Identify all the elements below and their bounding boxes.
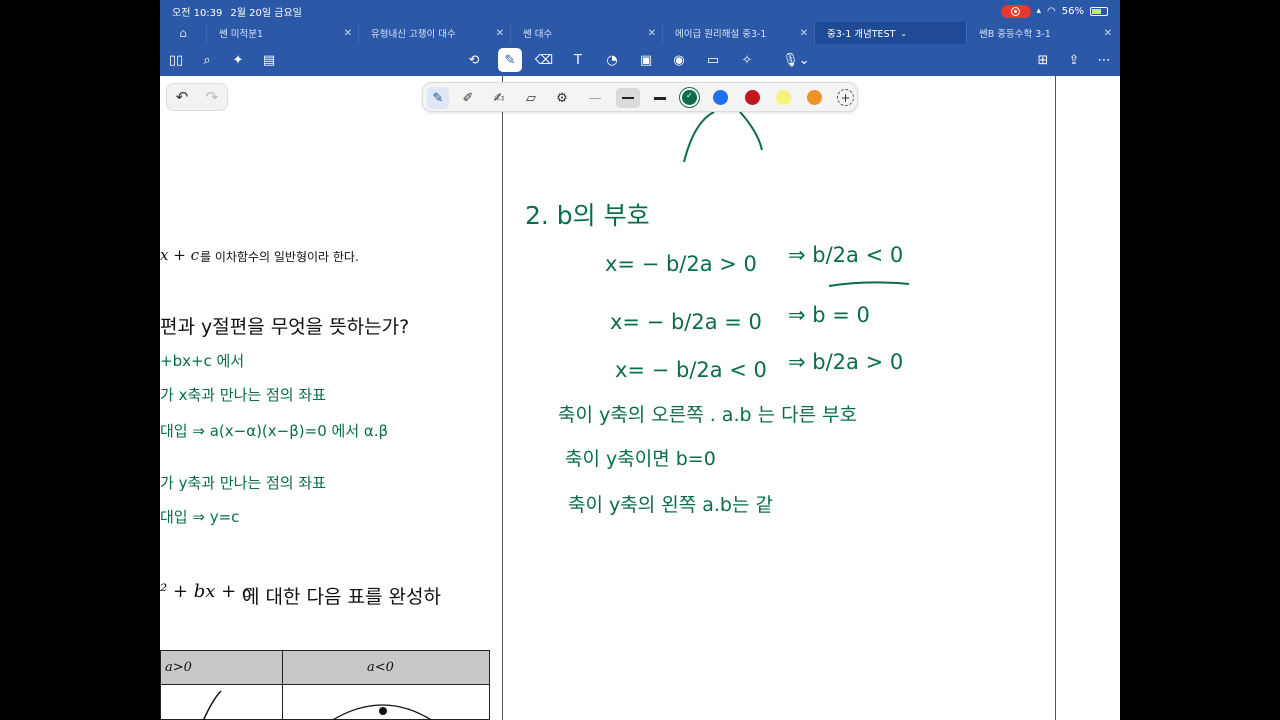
handwriting-heading: 2. b의 부호 <box>525 201 650 230</box>
undo-redo-controls: ↶ ↷ <box>166 83 228 111</box>
formula-fragment: x + c <box>160 246 199 264</box>
left-page: x + c 를 이차함수의 일반형이라 한다. 편과 y절편을 무엇을 뜻하는가… <box>160 76 502 720</box>
lasso-icon[interactable]: ⟲ <box>463 50 485 70</box>
screen-record-icon[interactable] <box>1000 4 1031 18</box>
status-battery-percent: 56% <box>1061 5 1084 17</box>
sign-rule-lhs: x= − b/2a = 0 <box>610 310 762 334</box>
sidebar-icon[interactable]: ▯▯ <box>165 50 187 70</box>
parabola-sketch <box>683 112 763 163</box>
table-header-cell: a<0 <box>367 660 394 675</box>
chevron-down-icon[interactable]: ⌄ <box>900 29 907 38</box>
sign-rule-rhs: ⇒ b/2a > 0 <box>788 350 904 374</box>
close-icon[interactable]: ✕ <box>496 28 504 39</box>
handwriting-note: 축이 y축이면 b=0 <box>565 448 716 470</box>
status-right: ▴ ◠ 56% <box>1000 4 1108 18</box>
tab-label: 쎈B 중등수학 3-1 <box>979 29 1051 40</box>
handwriting-note: 축이 y축의 왼쪽 a.b는 같 <box>568 494 773 516</box>
tab-item-active[interactable]: 중3-1 개념TEST ⌄ <box>814 22 966 44</box>
handwriting-note: 축이 y축의 오른쪽 . a.b 는 다른 부호 <box>558 404 858 426</box>
sign-rule-lhs: x= − b/2a < 0 <box>615 358 767 382</box>
color-swatch-green[interactable] <box>682 90 697 105</box>
close-icon[interactable]: ✕ <box>648 28 656 39</box>
table-header: a>0 a<0 <box>161 651 489 685</box>
tab-item[interactable]: 쎈 대수 ✕ <box>510 22 662 44</box>
table-header-cell: a>0 <box>165 660 192 675</box>
tab-label: 유형내신 고쟁이 대수 <box>371 29 456 40</box>
add-color-icon[interactable]: + <box>837 89 854 106</box>
document-icon[interactable]: ▤ <box>258 50 280 70</box>
tab-label: 중3-1 개념TEST <box>827 29 896 40</box>
color-swatch-red[interactable] <box>745 90 760 105</box>
text-box-icon[interactable]: T <box>567 50 589 70</box>
laser-pointer-icon[interactable]: ✧ <box>736 50 758 70</box>
document-tab-bar: ⌂ 쎈 미적분1 ✕ 유형내신 고쟁이 대수 ✕ 쎈 대수 ✕ 에이급 원리해설… <box>160 22 1120 44</box>
close-icon[interactable]: ✕ <box>800 28 808 39</box>
pen-tool-icon[interactable]: ✎ <box>498 48 522 72</box>
tab-label: 에이급 원리해설 중3-1 <box>675 29 767 40</box>
stroke-thin[interactable] <box>583 88 607 108</box>
more-icon[interactable]: ⋯ <box>1093 50 1115 70</box>
formula-fragment: ² + bx + c <box>160 581 253 602</box>
signal-icon: ▴ <box>1036 6 1042 16</box>
page-divider <box>502 76 503 720</box>
highlighter-icon[interactable]: ▱ <box>520 87 542 109</box>
sign-rule-rhs: ⇒ b = 0 <box>788 303 870 327</box>
shapes-icon[interactable]: ◔ <box>601 50 623 70</box>
handwriting-line: 가 x축과 만나는 점의 좌표 <box>160 386 326 404</box>
tab-item[interactable]: 유형내신 고쟁이 대수 ✕ <box>358 22 510 44</box>
sign-rule-rhs: ⇒ b/2a < 0 <box>788 243 904 267</box>
color-swatch-blue[interactable] <box>713 90 728 105</box>
pen-settings-icon[interactable]: ⚙ <box>551 87 573 109</box>
color-swatch-yellow[interactable] <box>776 90 791 105</box>
tab-item[interactable]: 쎈 미적분1 ✕ <box>206 22 358 44</box>
tab-item[interactable]: 쎈B 중등수학 3-1 ✕ <box>966 22 1118 44</box>
search-icon[interactable]: ⌕ <box>196 50 218 70</box>
status-bar: 오전 10:39 2월 20일 금요일 ▴ ◠ 56% <box>160 0 1120 22</box>
tab-item[interactable]: 에이급 원리해설 중3-1 ✕ <box>662 22 814 44</box>
page-divider <box>1055 76 1056 720</box>
wifi-icon: ◠ <box>1047 5 1056 17</box>
main-toolbar: ▯▯ ⌕ ✦ ▤ ⟲ ✎ ⌫ T ◔ ▣ ◉ ▭ ✧ 🎙︎⌄ ⊞ ⇪ ⋯ <box>160 44 1120 76</box>
ai-sparkle-icon[interactable]: ✦ <box>227 50 249 70</box>
close-icon[interactable]: ✕ <box>1104 28 1112 39</box>
stroke-medium[interactable] <box>616 88 640 108</box>
battery-icon <box>1090 6 1108 16</box>
stroke-thick[interactable] <box>648 88 672 108</box>
close-icon[interactable]: ✕ <box>344 28 352 39</box>
ball-pen-icon[interactable]: ✐ <box>457 87 479 109</box>
camera-icon[interactable]: ◉ <box>668 50 690 70</box>
handwriting-line: 대입 ⇒ y=c <box>160 508 240 526</box>
brush-pen-icon[interactable]: ✍ <box>488 87 510 109</box>
underline-mark <box>828 281 910 287</box>
definition-text: 를 이차함수의 일반형이라 한다. <box>200 250 359 264</box>
undo-icon[interactable]: ↶ <box>176 88 189 106</box>
fountain-pen-icon[interactable]: ✎ <box>427 87 449 109</box>
status-time: 오전 10:39 <box>172 7 223 19</box>
sticky-note-icon[interactable]: ▭ <box>702 50 724 70</box>
sign-rule-lhs: x= − b/2a > 0 <box>605 252 757 276</box>
pen-options-bar: ✎ ✐ ✍ ▱ ⚙ + <box>422 82 858 112</box>
handwriting-line: 대입 ⇒ a(x−α)(x−β)=0 에서 α.β <box>160 422 389 440</box>
image-icon[interactable]: ▣ <box>635 50 657 70</box>
status-date: 2월 20일 금요일 <box>230 7 302 19</box>
microphone-icon[interactable]: 🎙︎⌄ <box>778 50 814 70</box>
tab-label: 쎈 대수 <box>523 29 553 40</box>
question-text: 편과 y절편을 무엇을 뜻하는가? <box>160 316 410 338</box>
parabola-sketches <box>202 690 433 720</box>
task-text: 에 대한 다음 표를 완성하 <box>242 586 441 608</box>
ipad-screen: 오전 10:39 2월 20일 금요일 ▴ ◠ 56% ⌂ 쎈 미적분1 ✕ 유… <box>160 0 1120 720</box>
redo-icon[interactable]: ↷ <box>206 88 219 106</box>
graph-table: a>0 a<0 <box>160 650 490 720</box>
home-icon[interactable]: ⌂ <box>160 22 206 44</box>
add-page-icon[interactable]: ⊞ <box>1032 50 1054 70</box>
tab-label: 쎈 미적분1 <box>219 29 264 40</box>
share-icon[interactable]: ⇪ <box>1063 50 1085 70</box>
eraser-icon[interactable]: ⌫ <box>533 50 555 70</box>
handwriting-line: +bx+c 에서 <box>160 352 245 370</box>
color-swatch-orange[interactable] <box>807 90 822 105</box>
handwriting-line: 가 y축과 만나는 점의 좌표 <box>160 474 326 492</box>
